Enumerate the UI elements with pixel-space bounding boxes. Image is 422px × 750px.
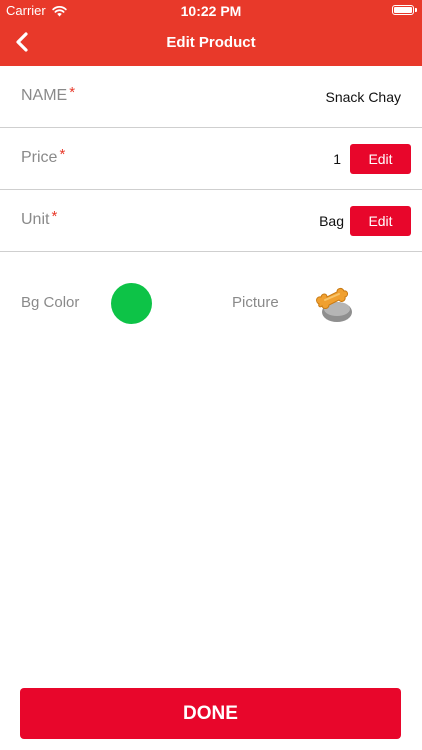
required-mark: * <box>69 84 76 101</box>
battery-icon <box>392 5 417 15</box>
navigation-bar: Carrier 10:22 PM Edit Product <box>0 0 422 66</box>
unit-row: Unit * Bag Edit <box>0 190 422 252</box>
done-button[interactable]: DONE <box>20 688 401 739</box>
price-row: Price * 1 Edit <box>0 128 422 190</box>
status-bar: Carrier 10:22 PM <box>0 0 422 22</box>
required-mark: * <box>51 208 58 225</box>
price-label: Price * <box>21 146 66 166</box>
name-row: NAME * Snack Chay <box>0 66 422 128</box>
picture-label: Picture <box>232 294 279 311</box>
edit-unit-button[interactable]: Edit <box>350 206 411 236</box>
bg-color-swatch[interactable] <box>111 283 152 324</box>
bg-color-label: Bg Color <box>21 294 80 311</box>
picture-button[interactable] <box>311 284 355 326</box>
snack-icon <box>316 288 352 322</box>
name-value[interactable]: Snack Chay <box>326 89 401 105</box>
name-label: NAME * <box>21 84 76 104</box>
unit-value: Bag <box>319 213 344 229</box>
price-value: 1 <box>333 151 341 167</box>
edit-price-button[interactable]: Edit <box>350 144 411 174</box>
required-mark: * <box>59 146 66 163</box>
unit-label: Unit * <box>21 208 58 228</box>
status-time: 10:22 PM <box>180 3 242 19</box>
page-title: Edit Product <box>166 34 256 51</box>
